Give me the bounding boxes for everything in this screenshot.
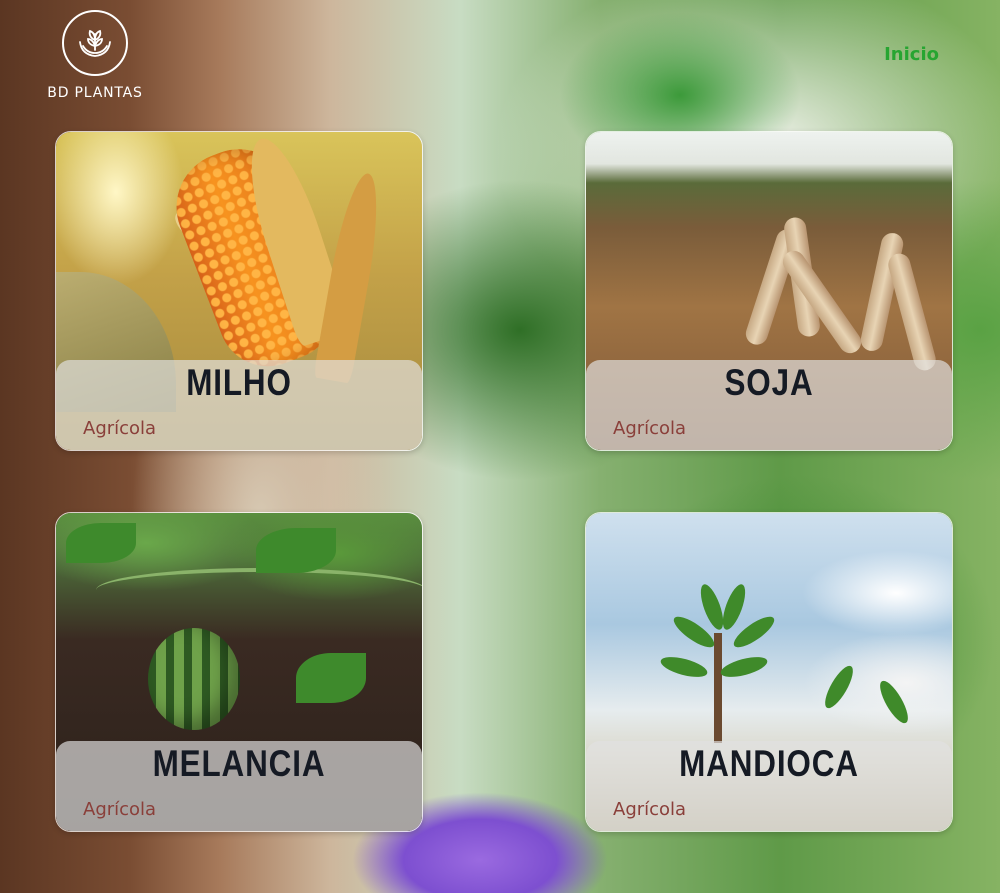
logo[interactable]: BD PLANTAS [40,10,150,101]
card-footer: MELANCIA Agrícola [56,741,422,831]
card-category: Agrícola [613,799,687,820]
plant-card-mandioca[interactable]: MANDIOCA Agrícola [585,512,953,832]
card-footer: SOJA Agrícola [586,360,952,450]
card-title: SOJA [724,362,814,403]
card-footer: MILHO Agrícola [56,360,422,450]
card-title: MELANCIA [152,743,326,784]
card-category: Agrícola [83,418,157,439]
card-title: MANDIOCA [679,743,859,784]
logo-text: BD PLANTAS [47,85,143,101]
card-category: Agrícola [613,418,687,439]
card-footer: MANDIOCA Agrícola [586,741,952,831]
plant-card-soja[interactable]: SOJA Agrícola [585,131,953,451]
card-title: MILHO [186,362,292,403]
plant-card-milho[interactable]: MILHO Agrícola [55,131,423,451]
nav-link-inicio[interactable]: Inicio [884,44,939,65]
card-category: Agrícola [83,799,157,820]
plant-card-melancia[interactable]: MELANCIA Agrícola [55,512,423,832]
hands-holding-plant-icon [62,10,128,76]
